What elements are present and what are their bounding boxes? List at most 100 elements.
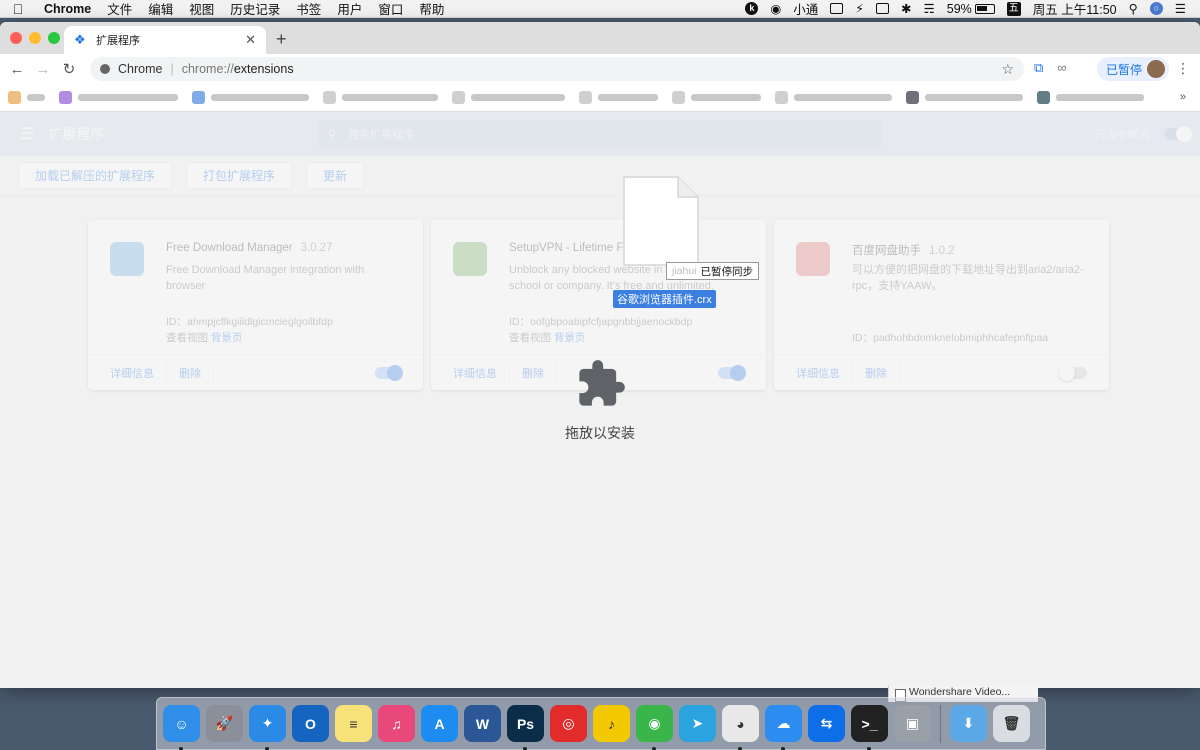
wechat-status-icon[interactable]: ◉	[764, 1, 787, 16]
close-tab-icon[interactable]: ✕	[245, 32, 256, 48]
new-tab-button[interactable]: +	[276, 29, 287, 50]
bookmark-item[interactable]	[8, 91, 45, 104]
netease-music-dock-icon[interactable]: ◎	[550, 705, 587, 742]
menu-edit[interactable]: 编辑	[140, 0, 181, 18]
status-k-icon[interactable]: k	[739, 2, 764, 15]
enable-toggle[interactable]	[375, 364, 403, 381]
apple-menu-icon[interactable]: 	[0, 1, 36, 17]
reload-button[interactable]: ↻	[56, 60, 82, 78]
bookmark-item[interactable]	[906, 91, 1023, 104]
menu-bar:  Chrome 文件 编辑 视图 历史记录 书签 用户 窗口 帮助 k ◉ 小…	[0, 0, 1200, 18]
cloud-drive-dock-icon[interactable]: ☁	[765, 705, 802, 750]
search-input[interactable]: ⚲ 搜索扩展程序	[318, 120, 882, 148]
tab-extensions[interactable]: ❖ 扩展程序 ✕	[64, 26, 266, 54]
chrome-menu-icon[interactable]: ⋮	[1176, 60, 1190, 77]
menu-history[interactable]: 历史记录	[222, 0, 288, 18]
chrome-dock-icon[interactable]: ◕	[722, 705, 759, 750]
vpn-icon	[453, 242, 487, 276]
qq-music-dock-icon[interactable]: ♪	[593, 705, 630, 742]
menu-bookmarks[interactable]: 书签	[288, 0, 329, 18]
forward-button[interactable]: →	[30, 61, 56, 78]
assistant-status[interactable]: 小通	[787, 0, 824, 18]
trash-dock-icon[interactable]: 🗑	[993, 705, 1030, 742]
details-button[interactable]: 详细信息	[98, 360, 167, 385]
notification-status-icon[interactable]	[824, 3, 849, 14]
wifi-icon[interactable]: ☴	[918, 1, 941, 16]
bookmark-item[interactable]	[579, 91, 658, 104]
telegram-dock-icon[interactable]: ➤	[679, 705, 716, 742]
back-button[interactable]: ←	[4, 61, 30, 78]
menu-people[interactable]: 用户	[329, 0, 370, 18]
extension-id: ID：padhohbdomknelobmiphhcafepnfipaa	[852, 332, 1049, 344]
menu-view[interactable]: 视图	[181, 0, 222, 18]
remove-button[interactable]: 删除	[510, 360, 557, 385]
battery-status[interactable]: 59%	[941, 2, 1001, 16]
downloads-folder-dock-icon[interactable]: ⬇	[950, 705, 987, 742]
enable-toggle[interactable]	[718, 364, 746, 381]
photoshop-dock-icon[interactable]: Ps	[507, 705, 544, 750]
bookmark-item[interactable]	[452, 91, 565, 104]
finder-dock-icon[interactable]: ☺	[163, 705, 200, 750]
zoom-window-button[interactable]	[48, 32, 60, 44]
developer-mode-toggle[interactable]	[1164, 126, 1192, 142]
remove-button[interactable]: 删除	[853, 360, 900, 385]
notification-center-icon[interactable]: ☰	[1169, 1, 1192, 16]
launchpad-dock-icon[interactable]: 🚀	[206, 705, 243, 742]
bookmark-item[interactable]	[775, 91, 892, 104]
bookmarks-overflow-icon[interactable]: »	[1180, 91, 1186, 103]
crx-file-icon[interactable]	[622, 175, 700, 267]
input-method-icon[interactable]: 五	[1001, 1, 1027, 16]
menu-window[interactable]: 窗口	[370, 0, 411, 18]
pack-extension-button[interactable]: 打包扩展程序	[186, 162, 293, 189]
load-unpacked-button[interactable]: 加载已解压的扩展程序	[18, 162, 173, 189]
teamviewer-dock-icon[interactable]: ⇆	[808, 705, 845, 742]
clock[interactable]: 周五 上午11:50	[1027, 0, 1123, 18]
page-title: 扩展程序	[48, 126, 105, 142]
extension-name-row: Free Download Manager 3.0.27	[166, 242, 333, 254]
update-button[interactable]: 更新	[306, 162, 365, 189]
background-page-link[interactable]: 背景页	[211, 332, 243, 344]
remove-button[interactable]: 删除	[167, 360, 214, 385]
vpn-extension-icon[interactable]: ∞	[1057, 60, 1066, 76]
siri-icon[interactable]: ○	[1144, 2, 1169, 15]
wechat-dock-icon[interactable]: ◉	[636, 705, 673, 750]
developer-actions: 加载已解压的扩展程序 打包扩展程序 更新	[0, 156, 1200, 196]
details-button[interactable]: 详细信息	[441, 360, 510, 385]
bluetooth-icon[interactable]: ✱	[895, 1, 917, 16]
notes-dock-icon[interactable]: ≡	[335, 705, 372, 742]
itunes-dock-icon[interactable]: ♫	[378, 705, 415, 742]
menu-help[interactable]: 帮助	[411, 0, 452, 18]
extension-name-row: 百度网盘助手 1.0.2	[852, 242, 955, 258]
address-bar[interactable]: Chrome | chrome://extensions ☆	[90, 57, 1024, 81]
browser-toolbar: ← → ↻ Chrome | chrome://extensions ☆ ⧉ ∞…	[0, 54, 1200, 84]
details-button[interactable]: 详细信息	[784, 360, 853, 385]
word-dock-icon[interactable]: W	[464, 705, 501, 742]
terminal-dock-icon[interactable]: >_	[851, 705, 888, 750]
minimize-window-button[interactable]	[29, 32, 41, 44]
hamburger-menu-icon[interactable]: ☰	[20, 124, 34, 144]
translate-extension-icon[interactable]: ⧉	[1034, 60, 1043, 76]
outlook-dock-icon[interactable]: O	[292, 705, 329, 742]
airplay-icon[interactable]	[870, 3, 895, 14]
bookmark-item[interactable]	[59, 91, 178, 104]
bookmark-star-icon[interactable]: ☆	[1001, 61, 1014, 78]
bookmark-item[interactable]	[672, 91, 761, 104]
app-store-dock-icon[interactable]: A	[421, 705, 458, 742]
preview-dock-icon[interactable]: ▣	[894, 705, 931, 742]
power-status-icon[interactable]: ⚡	[849, 1, 870, 16]
menu-app-name[interactable]: Chrome	[36, 2, 99, 16]
chrome-window: ❖ 扩展程序 ✕ + ← → ↻ Chrome | chrome://exten…	[0, 22, 1200, 688]
spotlight-search-icon[interactable]: ⚲	[1123, 1, 1144, 16]
close-window-button[interactable]	[10, 32, 22, 44]
safari-dock-icon[interactable]: ✦	[249, 705, 286, 750]
enable-toggle[interactable]	[1059, 364, 1087, 381]
bookmark-item[interactable]	[192, 91, 309, 104]
puzzle-icon: ❖	[74, 32, 86, 47]
tooltip-text: 已暂停同步	[700, 265, 754, 278]
bookmark-item[interactable]	[323, 91, 438, 104]
menu-file[interactable]: 文件	[99, 0, 140, 18]
bookmark-item[interactable]	[1037, 91, 1144, 104]
dragged-filename: 谷歌浏览器插件.crx	[613, 290, 716, 308]
background-page-link[interactable]: 背景页	[554, 332, 586, 344]
profile-button[interactable]: 已暂停	[1097, 57, 1169, 81]
